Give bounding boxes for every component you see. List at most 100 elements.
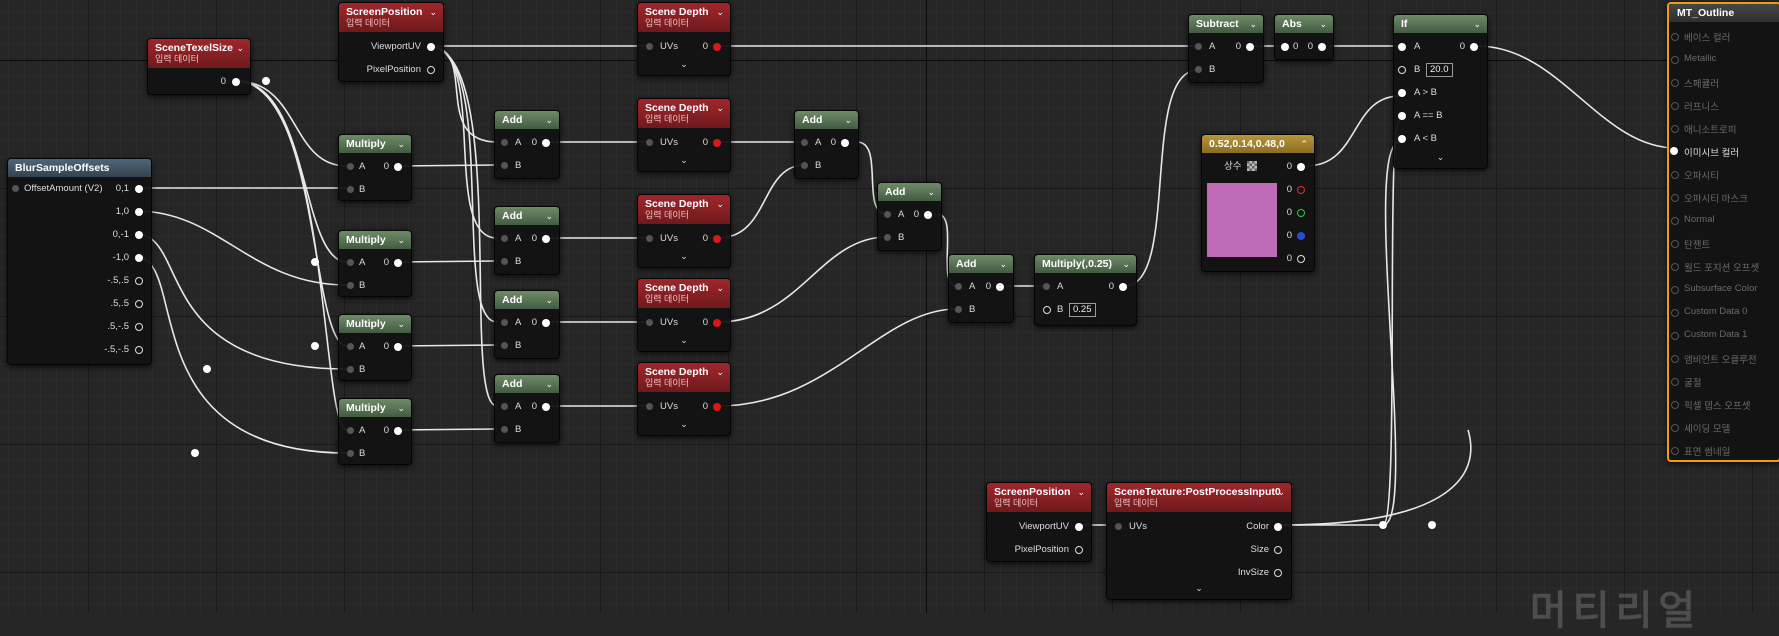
input-pin[interactable] (501, 139, 508, 146)
input-pin[interactable] (501, 319, 508, 326)
node-header[interactable]: Add ⌄ (949, 255, 1013, 273)
node-multiply-2[interactable]: Multiply ⌄ A 0 B (338, 230, 412, 297)
node-header[interactable]: SceneTexelSize 입력 데이터 ⌄ (148, 39, 250, 68)
chevron-down-icon[interactable]: ⌄ (397, 402, 405, 414)
output-pin[interactable] (1274, 569, 1282, 577)
input-pin[interactable] (347, 259, 354, 266)
node-header[interactable]: Abs ⌄ (1275, 15, 1333, 33)
node-scene-depth-5[interactable]: Scene Depth 입력 데이터 ⌄ UVs 0 ⌄ (637, 362, 731, 436)
input-pin[interactable] (347, 450, 354, 457)
b-value-input[interactable]: 20.0 (1426, 63, 1453, 77)
input-pin[interactable] (347, 282, 354, 289)
output-pin[interactable] (394, 259, 402, 267)
node-blur-sample-offsets[interactable]: BlurSampleOffsets OffsetAmount (V2) 0,1 … (7, 158, 152, 365)
input-pin[interactable] (501, 426, 508, 433)
node-header[interactable]: Scene Depth 입력 데이터 ⌄ (638, 3, 730, 32)
input-pin[interactable] (1398, 66, 1406, 74)
output-pin[interactable] (232, 78, 240, 86)
output-pin[interactable] (427, 66, 435, 74)
chevron-down-icon[interactable]: ⌄ (1122, 258, 1130, 270)
node-header[interactable]: Add ⌄ (795, 111, 858, 129)
output-pin[interactable] (1119, 283, 1127, 291)
output-pin[interactable] (713, 403, 721, 411)
node-header[interactable]: ScreenPosition 입력 데이터 ⌄ (987, 483, 1091, 512)
node-screen-position-2[interactable]: ScreenPosition 입력 데이터 ⌄ ViewportUV PixelPo… (986, 482, 1092, 562)
output-pin[interactable] (427, 43, 435, 51)
output-pin[interactable] (713, 319, 721, 327)
node-add-1[interactable]: Add ⌄ A 0 B (494, 110, 560, 179)
chevron-down-icon[interactable]: ⌄ (545, 114, 553, 126)
input-pin[interactable] (1671, 286, 1679, 294)
input-pin[interactable] (1398, 43, 1406, 51)
output-pin-red[interactable] (1297, 186, 1305, 194)
input-pin[interactable] (347, 186, 354, 193)
output-pin[interactable] (542, 319, 550, 327)
expand-chevron-icon[interactable]: ⌄ (638, 335, 730, 346)
expand-chevron-icon[interactable]: ⌄ (638, 419, 730, 430)
input-pin[interactable] (1115, 523, 1122, 530)
node-screen-position[interactable]: ScreenPosition 입력 데이터 ⌄ ViewportUV PixelPo… (338, 2, 444, 82)
input-pin[interactable] (1671, 447, 1679, 455)
input-pin[interactable] (1671, 102, 1679, 110)
output-pin[interactable] (996, 283, 1004, 291)
node-header[interactable]: BlurSampleOffsets (8, 159, 151, 177)
input-pin[interactable] (12, 185, 19, 192)
chevron-down-icon[interactable]: ⌄ (716, 282, 724, 294)
output-pin[interactable] (135, 300, 143, 308)
input-pin[interactable] (955, 283, 962, 290)
node-header[interactable]: Add ⌄ (495, 111, 559, 129)
node-header[interactable]: Add ⌄ (495, 375, 559, 393)
input-pin[interactable] (1671, 56, 1679, 64)
node-material-output[interactable]: MT_Outline 베이스 컬러 Metallic 스페큘러 러프니스 애니소… (1667, 2, 1779, 462)
input-pin[interactable] (501, 342, 508, 349)
input-pin[interactable] (646, 235, 653, 242)
output-pin[interactable] (542, 139, 550, 147)
chevron-down-icon[interactable]: ⌄ (397, 318, 405, 330)
input-pin[interactable] (1195, 43, 1202, 50)
output-pin[interactable] (135, 185, 143, 193)
input-pin[interactable] (1398, 135, 1406, 143)
input-pin[interactable] (501, 235, 508, 242)
node-add-7[interactable]: Add ⌄ A 0 B (948, 254, 1014, 323)
expand-chevron-icon[interactable]: ⌄ (638, 251, 730, 262)
output-pin-blue[interactable] (1297, 232, 1305, 240)
chevron-up-icon[interactable]: ⌃ (1300, 138, 1308, 150)
chevron-down-icon[interactable]: ⌄ (716, 6, 724, 18)
input-pin[interactable] (801, 139, 808, 146)
node-header[interactable]: MT_Outline (1669, 4, 1779, 22)
node-header[interactable]: Multiply ⌄ (339, 135, 411, 153)
output-pin[interactable] (1075, 523, 1083, 531)
node-if[interactable]: If ⌄ A 0 B 20.0 A > B A == B A < B ⌄ (1393, 14, 1488, 169)
input-pin[interactable] (1671, 125, 1679, 133)
node-add-2[interactable]: Add ⌄ A 0 B (494, 206, 560, 275)
input-pin[interactable] (646, 319, 653, 326)
node-header[interactable]: Add ⌄ (495, 207, 559, 225)
output-pin[interactable] (1075, 546, 1083, 554)
input-pin[interactable] (884, 234, 891, 241)
node-add-6[interactable]: Add ⌄ A 0 B (877, 182, 942, 251)
node-multiply-quarter[interactable]: Multiply(,0.25) ⌄ A 0 B 0.25 (1034, 254, 1137, 326)
chevron-down-icon[interactable]: ⌄ (236, 42, 244, 54)
chevron-down-icon[interactable]: ⌄ (1077, 486, 1085, 498)
node-header[interactable]: Scene Depth 입력 데이터 ⌄ (638, 363, 730, 392)
output-pin[interactable] (841, 139, 849, 147)
output-pin[interactable] (924, 211, 932, 219)
output-pin[interactable] (1470, 43, 1478, 51)
node-header[interactable]: Scene Depth 입력 데이터 ⌄ (638, 99, 730, 128)
output-pin[interactable] (1274, 546, 1282, 554)
node-header[interactable]: Add ⌄ (495, 291, 559, 309)
node-scene-texel-size[interactable]: SceneTexelSize 입력 데이터 ⌄ 0 (147, 38, 251, 95)
node-header[interactable]: ScreenPosition 입력 데이터 ⌄ (339, 3, 443, 32)
input-pin[interactable] (884, 211, 891, 218)
node-header[interactable]: Multiply(,0.25) ⌄ (1035, 255, 1136, 273)
input-pin[interactable] (1671, 194, 1679, 202)
input-pin[interactable] (1671, 332, 1679, 340)
node-add-3[interactable]: Add ⌄ A 0 B (494, 290, 560, 359)
chevron-down-icon[interactable]: ⌄ (545, 378, 553, 390)
node-header[interactable]: Subtract ⌄ (1189, 15, 1263, 33)
output-pin-green[interactable] (1297, 209, 1305, 217)
input-pin[interactable] (501, 403, 508, 410)
input-pin[interactable] (347, 366, 354, 373)
input-pin[interactable] (347, 163, 354, 170)
node-scene-depth-3[interactable]: Scene Depth 입력 데이터 ⌄ UVs 0 ⌄ (637, 194, 731, 268)
